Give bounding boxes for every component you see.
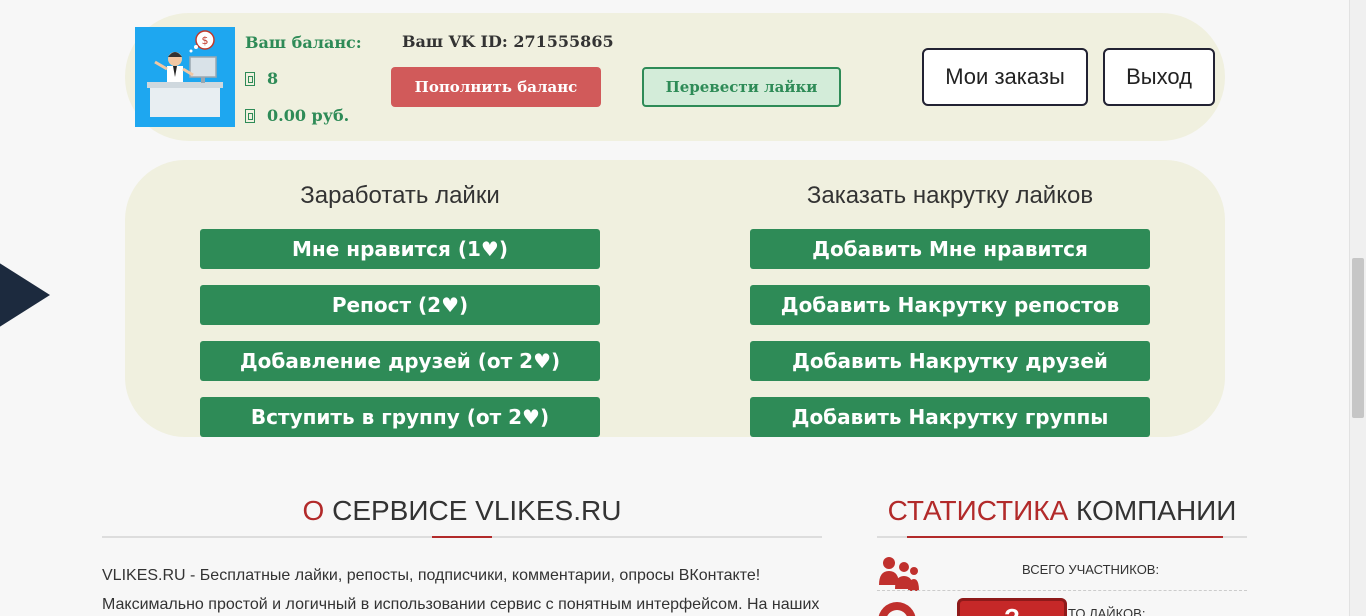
help-badge[interactable]: ? <box>957 598 1067 616</box>
earn-group-button[interactable]: Вступить в группу (от 2♥) <box>200 397 600 437</box>
stats-title-accent: СТАТИСТИКА <box>887 495 1069 526</box>
cashier-illustration-icon: $ <box>135 27 235 127</box>
my-orders-button[interactable]: Мои заказы <box>922 48 1088 106</box>
order-repost-button[interactable]: Добавить Накрутку репостов <box>750 285 1150 325</box>
vk-id-label: Ваш VK ID: 271555865 <box>402 32 614 51</box>
avatar: $ <box>135 27 235 127</box>
balance-money-value: 0.00 руб. <box>267 106 350 125</box>
stats-divider <box>877 536 1247 538</box>
balance-likes: 8 <box>245 69 278 88</box>
topup-balance-button[interactable]: Пополнить баланс <box>391 67 601 107</box>
stats-title: СТАТИСТИКА КОМПАНИИ <box>877 495 1247 527</box>
svg-text:$: $ <box>202 34 209 47</box>
earn-friends-button[interactable]: Добавление друзей (от 2♥) <box>200 341 600 381</box>
about-title-rest: СЕРВИСЕ VLIKES.RU <box>324 495 622 526</box>
balance-money: 0.00 руб. <box>245 106 349 125</box>
balance-label: Ваш баланс: <box>245 33 362 52</box>
scrollbar-thumb[interactable] <box>1352 258 1364 418</box>
likes-label: ТО ЛАЙКОВ: <box>1068 606 1146 616</box>
about-title: О СЕРВИСЕ VLIKES.RU <box>102 495 822 527</box>
about-text: VLIKES.RU - Бесплатные лайки, репосты, п… <box>102 561 824 616</box>
order-friends-button[interactable]: Добавить Накрутку друзей <box>750 341 1150 381</box>
about-line-2: Максимально простой и логичный в использ… <box>102 596 820 613</box>
target-icon <box>878 602 916 616</box>
members-label: ВСЕГО УЧАСТНИКОВ: <box>1022 562 1160 577</box>
earn-repost-button[interactable]: Репост (2♥) <box>200 285 600 325</box>
about-divider <box>102 536 822 538</box>
people-icon <box>879 557 919 591</box>
about-line-1: VLIKES.RU - Бесплатные лайки, репосты, п… <box>102 567 761 584</box>
stats-title-rest: КОМПАНИИ <box>1068 495 1237 526</box>
exit-button[interactable]: Выход <box>1103 48 1215 106</box>
order-likes-title: Заказать накрутку лайков <box>806 182 1094 209</box>
transfer-likes-button[interactable]: Перевести лайки <box>642 67 841 107</box>
phone-icon <box>245 71 255 86</box>
earn-likes-title: Заработать лайки <box>300 182 500 209</box>
order-group-button[interactable]: Добавить Накрутку группы <box>750 397 1150 437</box>
stats-separator <box>877 590 1247 591</box>
earn-like-button[interactable]: Мне нравится (1♥) <box>200 229 600 269</box>
about-title-accent: О <box>302 495 325 526</box>
decorative-arrow <box>0 238 50 352</box>
phone-icon <box>245 108 255 123</box>
balance-likes-value: 8 <box>267 69 279 88</box>
page-scrollbar[interactable] <box>1349 0 1366 616</box>
order-like-button[interactable]: Добавить Мне нравится <box>750 229 1150 269</box>
